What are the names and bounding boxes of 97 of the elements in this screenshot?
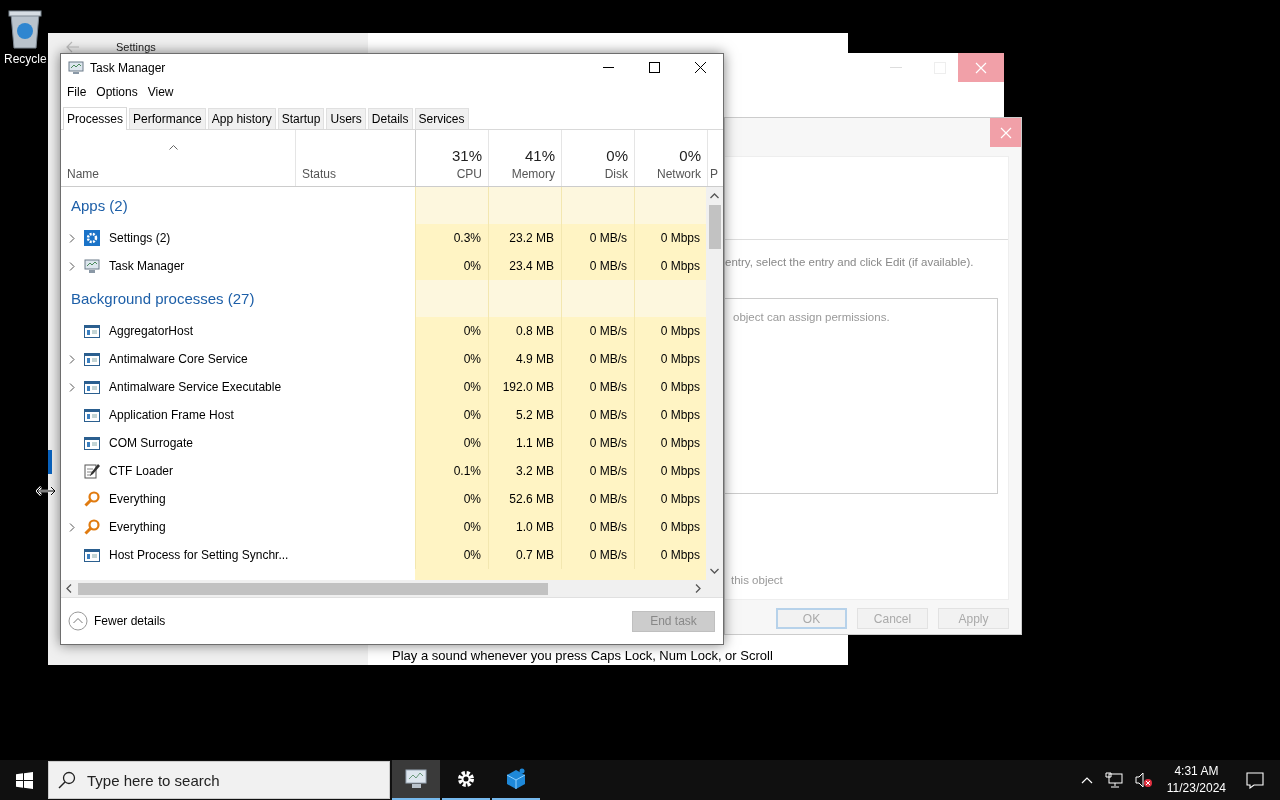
tab[interactable]: Details — [367, 108, 413, 129]
menu-item[interactable]: Options — [96, 85, 138, 101]
sort-caret-icon — [169, 145, 178, 150]
close-icon — [999, 126, 1012, 139]
usage-percent: 41% — [524, 147, 555, 164]
column-header[interactable]: 41% Memory — [488, 130, 561, 186]
column-label: Status — [302, 167, 337, 181]
speaker-muted-icon[interactable] — [1134, 772, 1153, 788]
process-name[interactable]: AggregatorHost — [109, 324, 194, 338]
window-icon — [84, 436, 100, 450]
column-label: P — [710, 167, 718, 181]
process-name[interactable]: Antimalware Core Service — [109, 352, 248, 366]
expand-chevron-icon[interactable] — [69, 354, 75, 364]
cube-icon — [505, 767, 527, 791]
scroll-right-icon[interactable] — [695, 584, 701, 593]
window-icon — [84, 324, 100, 338]
setting-description: Play a sound whenever you press Caps Lock, Num Lock, or Scroll — [392, 648, 773, 663]
recycle-bin-label: Recycle — [4, 52, 47, 66]
notepad-pen-icon — [84, 463, 100, 479]
gear-icon — [84, 230, 100, 246]
close-button[interactable] — [990, 118, 1021, 147]
column-header[interactable]: Name — [61, 130, 295, 186]
process-name[interactable]: Settings (2) — [109, 231, 171, 245]
column-label: Network — [657, 167, 701, 181]
column-header[interactable]: Status — [295, 130, 415, 186]
instruction-text: entry, select the entry and click Edit (if available). — [725, 255, 975, 268]
horizontal-scrollbar[interactable] — [61, 580, 723, 597]
usage-percent: 0% — [679, 147, 701, 164]
search-field[interactable]: Type here to search — [48, 761, 390, 799]
gear-icon — [455, 768, 477, 790]
usage-percent: 31% — [451, 147, 482, 164]
window-icon — [84, 548, 100, 562]
close-button[interactable] — [958, 53, 1004, 82]
scroll-down-icon[interactable] — [710, 568, 719, 574]
column-label: Memory — [511, 167, 555, 181]
fewer-details-button[interactable]: Fewer details — [68, 611, 166, 631]
clock[interactable]: 4:31 AM 11/23/2024 — [1158, 763, 1234, 797]
expand-chevron-icon[interactable] — [69, 261, 75, 271]
expand-chevron-icon[interactable] — [69, 522, 75, 532]
tab[interactable]: Performance — [129, 108, 206, 129]
tab[interactable]: Services — [414, 108, 469, 129]
tab[interactable]: Users — [326, 108, 366, 129]
window-icon — [84, 352, 100, 366]
process-name[interactable]: Everything — [109, 520, 166, 534]
tab[interactable]: Processes — [63, 107, 128, 130]
menu-item[interactable]: View — [147, 85, 174, 101]
back-arrow-icon[interactable] — [66, 41, 80, 53]
search-icon — [58, 771, 76, 789]
column-header[interactable]: 0% Network — [634, 130, 707, 186]
tab[interactable]: App history — [207, 108, 276, 129]
column-header[interactable]: 0% Disk — [561, 130, 634, 186]
vertical-scrollbar[interactable] — [706, 187, 723, 580]
windows-logo-icon — [15, 771, 33, 789]
column-header[interactable]: P — [707, 130, 723, 186]
network-icon[interactable] — [1104, 772, 1123, 788]
window-icon — [84, 408, 100, 422]
window-icon — [84, 380, 100, 394]
maximize-icon — [648, 62, 660, 73]
column-header[interactable]: 31% CPU — [415, 130, 488, 186]
column-label: CPU — [456, 167, 482, 181]
process-name[interactable]: COM Surrogate — [109, 436, 194, 450]
process-name[interactable]: CTF Loader — [109, 464, 174, 478]
notifications-icon[interactable] — [1246, 771, 1264, 789]
expand-chevron-icon[interactable] — [69, 233, 75, 243]
process-name[interactable]: Everything — [109, 492, 166, 506]
close-icon — [975, 61, 987, 74]
list-text: object can assign permissions. — [733, 311, 890, 323]
scroll-left-icon[interactable] — [66, 584, 72, 593]
chevron-up-icon[interactable] — [1080, 776, 1093, 784]
column-label: Name — [67, 167, 99, 181]
window-title: Task Manager — [90, 60, 166, 75]
scroll-up-icon[interactable] — [710, 193, 719, 199]
time: 4:31 AM — [1174, 763, 1219, 780]
date: 11/23/2024 — [1166, 780, 1226, 797]
scrollbar-thumb[interactable] — [78, 582, 548, 595]
process-name[interactable]: Antimalware Service Executable — [109, 380, 282, 394]
window-title: Settings — [116, 41, 156, 53]
menu-item[interactable]: File — [67, 85, 87, 101]
resize-cursor-icon — [36, 486, 56, 496]
collapse-up-icon — [68, 611, 88, 631]
selection-indicator — [48, 450, 52, 474]
column-label: Disk — [604, 167, 628, 181]
taskbar-app-button[interactable] — [392, 760, 440, 800]
process-name[interactable]: Host Process for Setting Synchr... — [109, 548, 289, 562]
option-text: this object — [730, 574, 784, 586]
magnifier-icon — [84, 519, 100, 535]
monitor-icon — [404, 768, 428, 790]
expand-chevron-icon[interactable] — [69, 382, 75, 392]
magnifier-icon — [84, 491, 100, 507]
scrollbar-thumb[interactable] — [708, 205, 721, 249]
usage-percent: 0% — [606, 147, 628, 164]
monitor-icon — [84, 258, 100, 274]
tab[interactable]: Startup — [277, 108, 325, 129]
process-name[interactable]: Task Manager — [109, 259, 185, 273]
process-name[interactable]: Application Frame Host — [109, 408, 234, 422]
task-manager-icon — [68, 60, 84, 75]
close-icon — [694, 62, 706, 73]
